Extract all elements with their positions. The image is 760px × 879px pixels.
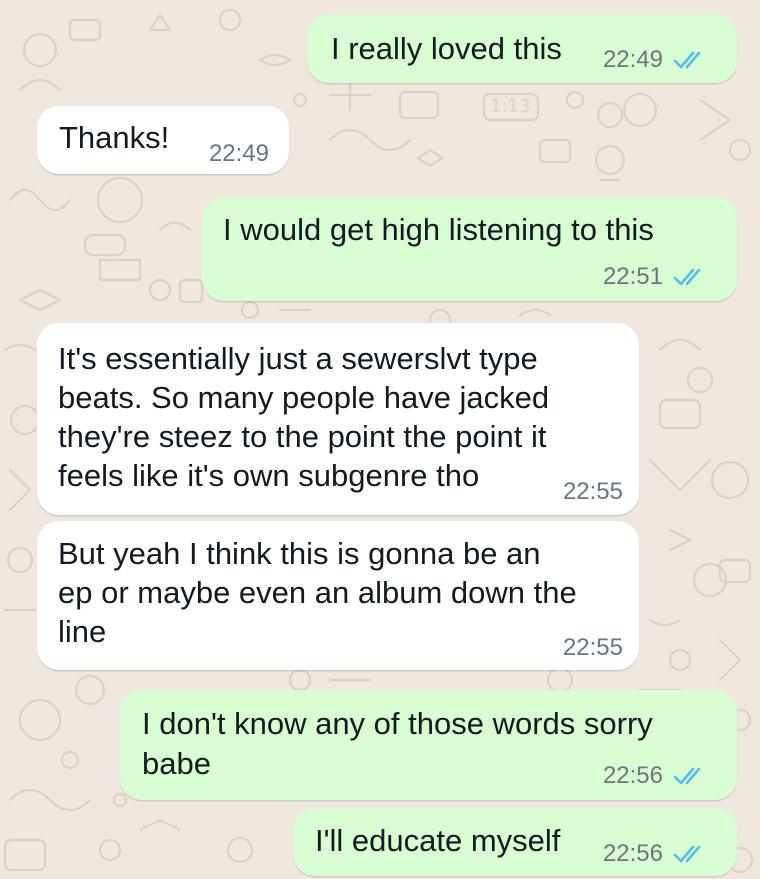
double-check-read-icon (673, 767, 701, 785)
outgoing-message[interactable]: I don't know any of those words sorry ba… (120, 690, 737, 800)
message-text-line: feels like it's own subgenre tho (58, 458, 480, 493)
outgoing-message[interactable]: I would get high listening to this 22:51 (202, 197, 737, 301)
message-text: Thanks! (59, 120, 170, 155)
message-text-line: It's essentially just a sewerslvt type (58, 341, 538, 376)
outgoing-message[interactable]: I really loved this 22:49 (307, 15, 737, 83)
incoming-message[interactable]: But yeah I think this is gonna be an ep … (37, 521, 639, 670)
incoming-message[interactable]: It's essentially just a sewerslvt type b… (37, 323, 639, 515)
double-check-read-icon (673, 268, 701, 286)
message-time: 22:55 (562, 478, 623, 505)
outgoing-message[interactable]: I'll educate myself 22:56 (293, 808, 737, 876)
message-time: 22:56 (602, 840, 663, 867)
message-time: 22:55 (562, 634, 623, 661)
message-text-line: line (58, 614, 107, 649)
message-meta: 22:51 (603, 265, 707, 289)
message-list: I really loved this 22:49 Thanks! 22:49 … (0, 0, 760, 879)
message-text-line: But yeah I think this is gonna be an (58, 536, 541, 571)
message-text-line: beats. So many people have jacked (58, 380, 550, 415)
message-meta: 22:55 (563, 480, 623, 504)
message-text: I'll educate myself (315, 823, 561, 858)
message-time: 22:49 (602, 46, 663, 73)
message-text-line: babe (142, 746, 211, 781)
message-meta: 22:49 (209, 142, 269, 166)
message-text: I really loved this (331, 31, 562, 66)
message-meta: 22:56 (603, 842, 707, 866)
message-time: 22:56 (602, 762, 663, 789)
message-meta: 22:56 (603, 764, 707, 788)
message-time: 22:49 (208, 140, 269, 167)
double-check-read-icon (673, 51, 701, 69)
message-text-line: ep or maybe even an album down the (58, 575, 577, 610)
message-text-line: I don't know any of those words sorry (142, 706, 653, 741)
message-text-line: they're steez to the point the point it (58, 419, 547, 454)
incoming-message[interactable]: Thanks! 22:49 (37, 106, 289, 174)
message-meta: 22:55 (563, 636, 623, 660)
message-text: I would get high listening to this (223, 212, 654, 247)
message-time: 22:51 (602, 263, 663, 290)
message-meta: 22:49 (603, 48, 707, 72)
double-check-read-icon (673, 845, 701, 863)
